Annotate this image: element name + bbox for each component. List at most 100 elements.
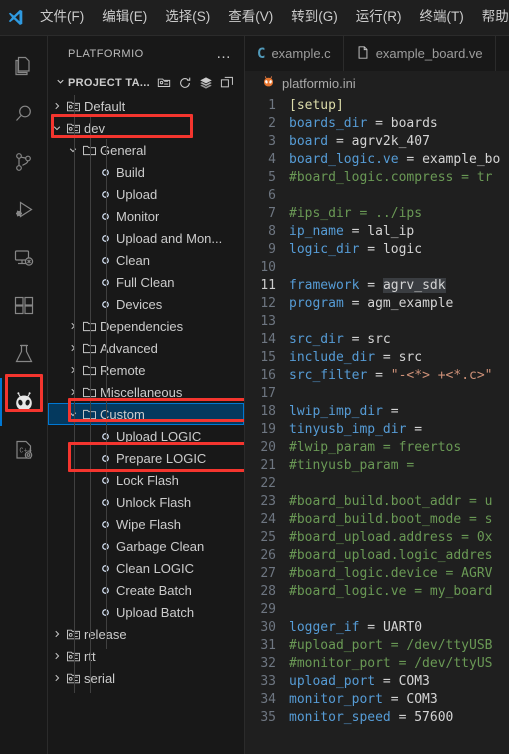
code-token: UART0 xyxy=(382,620,423,635)
code-token: #tinyusb_param = xyxy=(289,458,415,473)
chevron-right-icon[interactable] xyxy=(50,651,64,661)
tree-item-label: Dependencies xyxy=(100,318,184,334)
tree-item-release[interactable]: release xyxy=(48,623,244,645)
code-token: board_logic.ve xyxy=(289,152,399,167)
tree-item-monitor[interactable]: Monitor xyxy=(48,205,244,227)
code-token: #lwip_param = freertos xyxy=(289,440,462,455)
menu-terminal[interactable]: 终端(T) xyxy=(411,5,473,29)
tree-item-lock-flash[interactable]: Lock Flash xyxy=(48,469,244,491)
menu-run[interactable]: 运行(R) xyxy=(347,5,411,29)
code-line: logic_dir = logic xyxy=(289,241,509,259)
tree-item-upload-batch[interactable]: Upload Batch xyxy=(48,601,244,623)
tree-item-dev[interactable]: dev xyxy=(48,117,244,139)
tree-item-remote[interactable]: Remote xyxy=(48,359,244,381)
tree-item-miscellaneous[interactable]: Miscellaneous xyxy=(48,381,244,403)
code-line: logger_if = UART0 xyxy=(289,619,509,637)
menu-edit[interactable]: 编辑(E) xyxy=(93,5,156,29)
chevron-right-icon[interactable] xyxy=(50,673,64,683)
chevron-right-icon[interactable] xyxy=(66,321,80,331)
tree-item-rtt[interactable]: rtt xyxy=(48,645,244,667)
code-token: #board_upload.address = 0x xyxy=(289,530,493,545)
chevron-down-icon[interactable] xyxy=(66,145,80,155)
cpp-config-icon[interactable]: C++ xyxy=(0,426,48,474)
code-editor[interactable]: 1 2 3 4 5 6 7 8 9 10 11 12 13 14 15 16 17 18 19 20 21 22 23 24 2… xyxy=(245,95,509,754)
code-token: "-<*> +<*.c>" xyxy=(390,368,493,383)
tree-item-full-clean[interactable]: Full Clean xyxy=(48,271,244,293)
code-line: #board_logic.compress = tr xyxy=(289,169,509,187)
menu-file[interactable]: 文件(F) xyxy=(31,5,93,29)
line-number: 18 xyxy=(260,404,276,419)
code-token: = xyxy=(375,350,399,365)
tree-item-wipe-flash[interactable]: Wipe Flash xyxy=(48,513,244,535)
tree-item-general[interactable]: General xyxy=(48,139,244,161)
sidebar-more-actions-icon[interactable]: … xyxy=(212,45,236,62)
tree-item-default[interactable]: Default xyxy=(48,95,244,117)
files-explorer-icon[interactable] xyxy=(0,42,48,90)
folder-icon xyxy=(80,385,98,400)
tab-label: example.c xyxy=(271,46,331,61)
tree-item-upload[interactable]: Upload xyxy=(48,183,244,205)
refresh-icon[interactable] xyxy=(177,75,193,91)
chevron-down-icon[interactable] xyxy=(66,409,80,419)
menu-selection[interactable]: 选择(S) xyxy=(156,5,219,29)
line-number: 12 xyxy=(260,296,276,311)
tree-item-create-batch[interactable]: Create Batch xyxy=(48,579,244,601)
chevron-right-icon[interactable] xyxy=(66,343,80,353)
run-and-debug-icon[interactable] xyxy=(0,186,48,234)
remote-explorer-icon[interactable] xyxy=(0,234,48,282)
code-token: agm_example xyxy=(367,296,454,311)
task-circle-icon xyxy=(96,277,114,288)
tree-item-label: Garbage Clean xyxy=(116,538,205,554)
code-line: include_dir = src xyxy=(289,349,509,367)
new-project-icon[interactable] xyxy=(156,75,172,91)
tree-item-build[interactable]: Build xyxy=(48,161,244,183)
collapse-all-icon[interactable] xyxy=(219,75,235,91)
tree-item-custom[interactable]: Custom xyxy=(48,403,244,425)
project-tasks-section-header[interactable]: PROJECT TA... xyxy=(48,71,244,95)
tab-example-c[interactable]: C example.c xyxy=(245,36,344,71)
code-token: logic xyxy=(382,242,423,257)
source-control-icon[interactable] xyxy=(0,138,48,186)
code-content[interactable]: [setup] boards_dir = boards board = agrv2k… xyxy=(285,95,509,754)
tree-item-label: Devices xyxy=(116,296,163,312)
chevron-down-icon[interactable] xyxy=(50,123,64,133)
search-icon[interactable] xyxy=(0,90,48,138)
tab-example-board-ve[interactable]: example_board.ve xyxy=(343,36,496,71)
tree-item-label: Prepare LOGIC xyxy=(116,450,207,466)
tree-item-label: Create Batch xyxy=(116,582,192,598)
menu-list: 文件(F) 编辑(E) 选择(S) 查看(V) 转到(G) 运行(R) 终端(T… xyxy=(31,5,509,29)
tree-item-devices[interactable]: Devices xyxy=(48,293,244,315)
tree-item-dependencies[interactable]: Dependencies xyxy=(48,315,244,337)
code-token: tinyusb_imp_dir xyxy=(289,422,407,437)
testing-flask-icon[interactable] xyxy=(0,330,48,378)
platformio-alien-icon[interactable] xyxy=(0,378,48,426)
tree-item-clean-logic[interactable]: Clean LOGIC xyxy=(48,557,244,579)
tree-item-serial[interactable]: serial xyxy=(48,667,244,689)
tree-item-garbage-clean[interactable]: Garbage Clean xyxy=(48,535,244,557)
tree-item-label: Upload LOGIC xyxy=(116,428,202,444)
tree-item-prepare-logic[interactable]: Prepare LOGIC xyxy=(48,447,244,469)
line-number: 32 xyxy=(260,656,276,671)
code-token: boards_dir xyxy=(289,116,368,131)
menu-help[interactable]: 帮助(H) xyxy=(473,5,509,29)
tree-item-advanced[interactable]: Advanced xyxy=(48,337,244,359)
code-token: 57600 xyxy=(414,710,454,725)
tree-item-label: Wipe Flash xyxy=(116,516,182,532)
tree-item-unlock-flash[interactable]: Unlock Flash xyxy=(48,491,244,513)
menu-view[interactable]: 查看(V) xyxy=(219,5,282,29)
chevron-right-icon[interactable] xyxy=(66,365,80,375)
breadcrumb[interactable]: platformio.ini xyxy=(245,71,509,95)
extensions-icon[interactable] xyxy=(0,282,48,330)
collapse-layers-icon[interactable] xyxy=(198,75,214,91)
code-line: program = agm_example xyxy=(289,295,509,313)
chevron-right-icon[interactable] xyxy=(66,387,80,397)
tree-item-clean[interactable]: Clean xyxy=(48,249,244,271)
chevron-right-icon[interactable] xyxy=(50,629,64,639)
menu-go[interactable]: 转到(G) xyxy=(282,5,347,29)
env-folder-icon xyxy=(64,649,82,664)
tree-item-upload-and-mon[interactable]: Upload and Mon... xyxy=(48,227,244,249)
chevron-right-icon[interactable] xyxy=(50,101,64,111)
code-line: monitor_speed = 57600 xyxy=(289,709,509,727)
tree-item-upload-logic[interactable]: Upload LOGIC xyxy=(48,425,244,447)
